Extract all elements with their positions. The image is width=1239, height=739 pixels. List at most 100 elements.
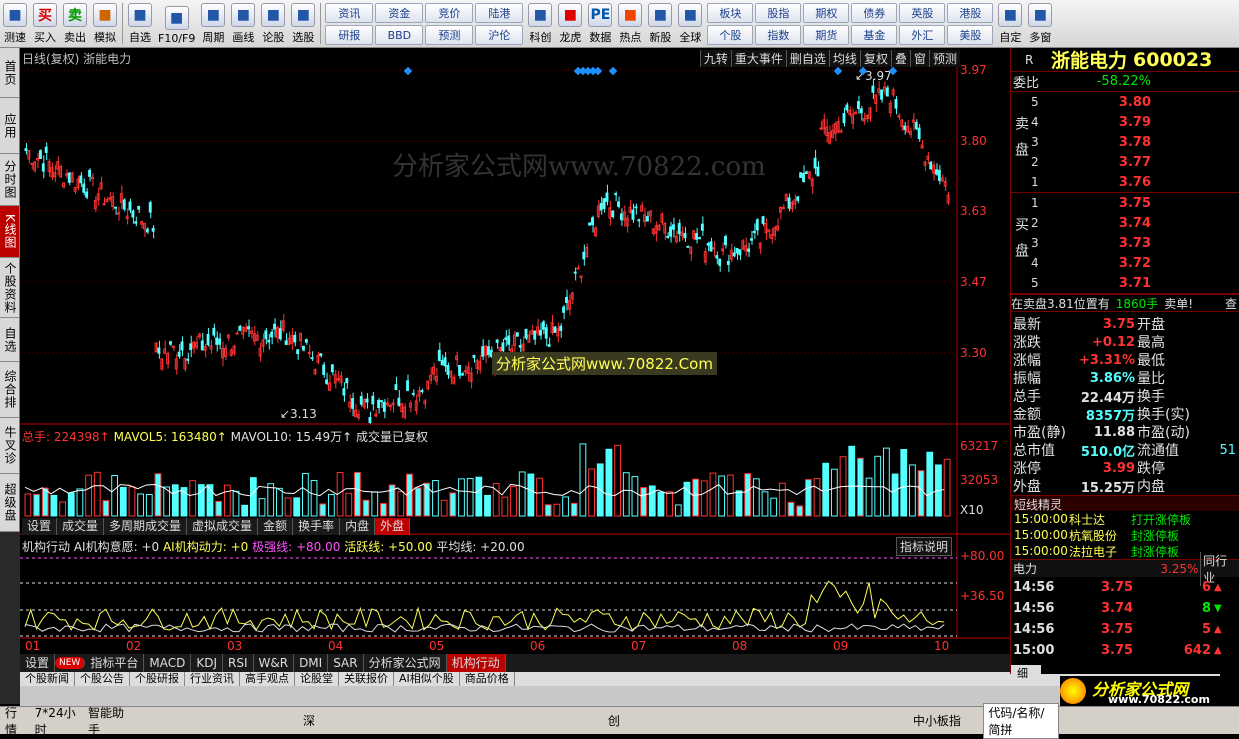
side-tab-3[interactable]: K线图 bbox=[0, 206, 20, 258]
left-button-6[interactable]: ■ 周期 bbox=[198, 0, 228, 47]
ind-tab-5[interactable]: RSI bbox=[223, 654, 254, 672]
ind-tab-7[interactable]: DMI bbox=[294, 654, 329, 672]
market-link-1[interactable]: 股指 bbox=[755, 3, 802, 23]
status-item-1[interactable]: 7*24小时 bbox=[30, 704, 83, 738]
sell-row[interactable]: 4 3.79 bbox=[1031, 112, 1151, 132]
mid-button-4[interactable]: ■ 新股 bbox=[645, 0, 675, 47]
side-tab-2[interactable]: 分时图 bbox=[0, 154, 20, 206]
status-item-0[interactable]: 行情 bbox=[0, 704, 30, 738]
left-button-5[interactable]: ■ F10/F9 bbox=[155, 0, 198, 47]
index-item-0[interactable]: 深 bbox=[298, 712, 603, 729]
indicator-help-button[interactable]: 指标说明 bbox=[896, 537, 953, 556]
vol-tab-7[interactable]: 外盘 bbox=[375, 518, 411, 535]
buy-row[interactable]: 1 3.75 bbox=[1031, 193, 1151, 213]
quick-link-3[interactable]: 陆港 bbox=[475, 3, 524, 23]
buy-row[interactable]: 3 3.73 bbox=[1031, 233, 1151, 253]
market-link-8[interactable]: 期货 bbox=[803, 25, 850, 45]
search-input[interactable]: 代码/名称/简拼 bbox=[983, 702, 1059, 739]
ind-tab-3[interactable]: MACD bbox=[144, 654, 192, 672]
ind-tab-8[interactable]: SAR bbox=[328, 654, 364, 672]
right-button-0[interactable]: ■ 自定 bbox=[995, 0, 1025, 47]
info-tab-5[interactable]: 论股堂 bbox=[295, 672, 339, 686]
vol-tab-6[interactable]: 内盘 bbox=[340, 518, 376, 535]
ind-tab-4[interactable]: KDJ bbox=[191, 654, 223, 672]
side-tab-4[interactable]: 个股资料 bbox=[0, 258, 20, 318]
left-button-9[interactable]: ■ 选股 bbox=[288, 0, 318, 47]
side-tab-8[interactable]: 超级盘口 bbox=[0, 474, 20, 532]
market-link-6[interactable]: 个股 bbox=[707, 25, 754, 45]
left-button-8[interactable]: ■ 论股 bbox=[258, 0, 288, 47]
vol-tab-5[interactable]: 换手率 bbox=[293, 518, 341, 535]
ind-tab-1[interactable]: NEW bbox=[55, 657, 86, 669]
left-button-2[interactable]: 卖卖出 bbox=[60, 0, 90, 47]
chart-btn-7[interactable]: 预测 bbox=[928, 50, 960, 67]
buy-row[interactable]: 2 3.74 bbox=[1031, 213, 1151, 233]
mid-button-0[interactable]: ■ 科创 bbox=[525, 0, 555, 47]
info-tab-0[interactable]: 个股新闻 bbox=[20, 672, 75, 686]
chart-btn-4[interactable]: 复权 bbox=[859, 50, 891, 67]
sell-row[interactable]: 5 3.80 bbox=[1031, 92, 1151, 112]
ind-tab-0[interactable]: 设置 bbox=[20, 654, 56, 672]
notice-check-button[interactable]: 查 bbox=[1225, 295, 1239, 312]
left-button-1[interactable]: 买买入 bbox=[30, 0, 60, 47]
market-link-10[interactable]: 外汇 bbox=[899, 25, 946, 45]
quick-link-4[interactable]: 研报 bbox=[325, 25, 374, 45]
quick-link-6[interactable]: 预测 bbox=[425, 25, 474, 45]
mid-button-2[interactable]: PE 数据 bbox=[585, 0, 615, 47]
market-link-11[interactable]: 美股 bbox=[947, 25, 994, 45]
market-link-7[interactable]: 指数 bbox=[755, 25, 802, 45]
buy-row[interactable]: 4 3.72 bbox=[1031, 253, 1151, 273]
vol-tab-4[interactable]: 金额 bbox=[258, 518, 294, 535]
left-button-4[interactable]: ■ 自选 bbox=[125, 0, 155, 47]
info-tab-4[interactable]: 高手观点 bbox=[240, 672, 295, 686]
chart-btn-3[interactable]: 均线 bbox=[828, 50, 860, 67]
right-button-1[interactable]: ■ 多窗 bbox=[1025, 0, 1055, 47]
ind-tab-9[interactable]: 分析家公式网 bbox=[364, 654, 447, 672]
index-item-2[interactable]: 中小板指 bbox=[908, 712, 984, 729]
market-link-4[interactable]: 英股 bbox=[899, 3, 946, 23]
kline-chart[interactable]: 3.973.803.633.473.30↙3.13↙3.976321732053… bbox=[20, 48, 1010, 654]
chart-btn-6[interactable]: 窗 bbox=[909, 50, 929, 67]
info-tab-1[interactable]: 个股公告 bbox=[75, 672, 130, 686]
vol-tab-3[interactable]: 虚拟成交量 bbox=[187, 518, 259, 535]
sell-row[interactable]: 2 3.77 bbox=[1031, 152, 1151, 172]
vol-tab-0[interactable]: 设置 bbox=[22, 518, 58, 535]
side-tab-1[interactable]: 应用 bbox=[0, 98, 20, 154]
quick-link-7[interactable]: 沪伦 bbox=[475, 25, 524, 45]
side-tab-6[interactable]: 综合排名 bbox=[0, 362, 20, 418]
info-tab-3[interactable]: 行业资讯 bbox=[185, 672, 240, 686]
market-link-9[interactable]: 基金 bbox=[851, 25, 898, 45]
index-item-1[interactable]: 创 bbox=[603, 712, 908, 729]
chart-btn-0[interactable]: 九转 bbox=[699, 50, 731, 67]
quick-link-1[interactable]: 资金 bbox=[375, 3, 424, 23]
side-tab-5[interactable]: 自选股 bbox=[0, 318, 20, 362]
vol-tab-2[interactable]: 多周期成交量 bbox=[104, 518, 188, 535]
quick-link-5[interactable]: BBD bbox=[375, 25, 424, 45]
sell-row[interactable]: 3 3.78 bbox=[1031, 132, 1151, 152]
ind-tab-2[interactable]: 指标平台 bbox=[85, 654, 145, 672]
ind-tab-6[interactable]: W&R bbox=[254, 654, 295, 672]
info-tab-7[interactable]: AI相似个股 bbox=[394, 672, 460, 686]
chart-btn-2[interactable]: 删自选 bbox=[785, 50, 829, 67]
sell-row[interactable]: 1 3.76 bbox=[1031, 172, 1151, 192]
buy-row[interactable]: 5 3.71 bbox=[1031, 273, 1151, 293]
mid-button-1[interactable]: ■ 龙虎 bbox=[555, 0, 585, 47]
elf-row[interactable]: 15:00:00 杭氧股份 封涨停板 bbox=[1011, 527, 1239, 543]
vol-tab-1[interactable]: 成交量 bbox=[57, 518, 105, 535]
status-item-2[interactable]: 智能助手 bbox=[83, 704, 132, 738]
chart-btn-1[interactable]: 重大事件 bbox=[730, 50, 786, 67]
elf-row[interactable]: 15:00:00 科士达 打开涨停板 bbox=[1011, 511, 1239, 527]
market-link-5[interactable]: 港股 bbox=[947, 3, 994, 23]
info-tab-8[interactable]: 商品价格 bbox=[460, 672, 515, 686]
info-tab-2[interactable]: 个股研报 bbox=[130, 672, 185, 686]
left-button-0[interactable]: ■ 测速 bbox=[0, 0, 30, 47]
quick-link-2[interactable]: 竞价 bbox=[425, 3, 474, 23]
side-tab-0[interactable]: 首页 bbox=[0, 48, 20, 98]
left-button-7[interactable]: ■ 画线 bbox=[228, 0, 258, 47]
tick-tab[interactable]: 细 bbox=[1011, 665, 1041, 680]
chart-btn-5[interactable]: 叠 bbox=[890, 50, 910, 67]
market-link-0[interactable]: 板块 bbox=[707, 3, 754, 23]
mid-button-3[interactable]: ■ 热点 bbox=[615, 0, 645, 47]
chart-area[interactable]: 3.97 3.80 3.63 3.47 3.30 ↙3.13 ↙3.97 63217 32053… bbox=[20, 48, 1010, 670]
info-tab-6[interactable]: 关联报价 bbox=[339, 672, 394, 686]
